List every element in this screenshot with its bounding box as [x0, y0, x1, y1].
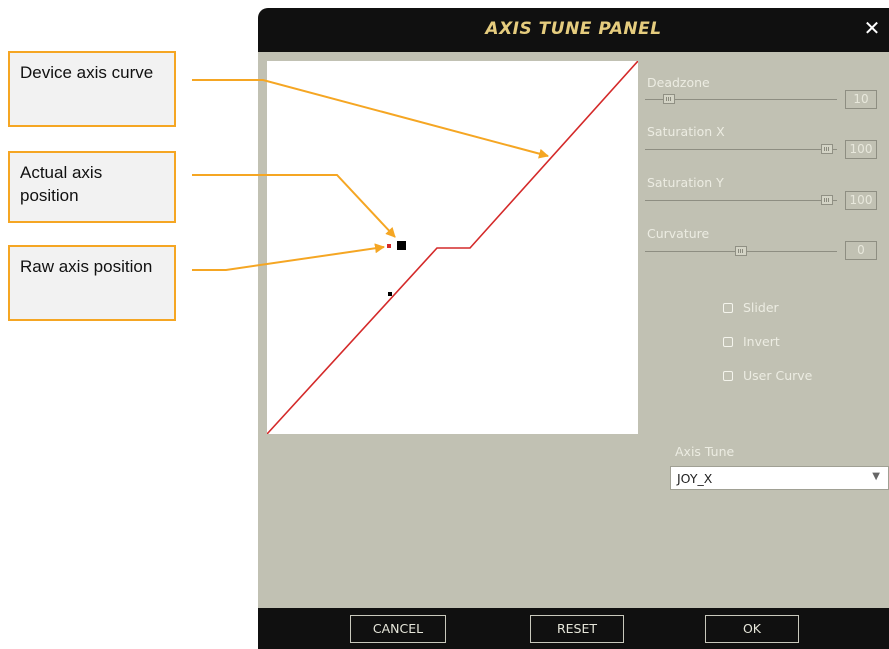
callout-device-axis-curve-text: Device axis curve: [20, 63, 154, 82]
window-title: AXIS TUNE PANEL: [485, 19, 662, 39]
saturation-y-track[interactable]: [645, 200, 837, 201]
saturation-x-track[interactable]: [645, 149, 837, 150]
saturation-x-slider-thumb[interactable]: [821, 144, 833, 154]
checkbox-icon: [723, 370, 733, 381]
saturation-y-value[interactable]: 100: [845, 191, 877, 210]
callout-raw-axis-position: Raw axis position: [8, 245, 176, 321]
saturation-y-slider-thumb[interactable]: [821, 195, 833, 205]
axis-tune-label: Axis Tune: [675, 444, 735, 459]
center-point-marker: [388, 292, 392, 296]
chevron-down-icon[interactable]: ▼: [872, 471, 880, 482]
deadzone-slider-thumb[interactable]: [663, 94, 675, 104]
actual-axis-position-marker: [397, 241, 406, 250]
title-bar: AXIS TUNE PANEL ✕: [258, 8, 889, 52]
checkbox-icon: [723, 302, 733, 313]
curvature-label: Curvature: [647, 226, 710, 241]
footer-bar: CANCEL RESET OK: [258, 608, 889, 649]
close-icon[interactable]: ✕: [861, 17, 883, 39]
cancel-button[interactable]: CANCEL: [350, 615, 446, 643]
axis-tune-selected-value: JOY_X: [677, 471, 713, 486]
curvature-value[interactable]: 0: [845, 241, 877, 260]
axis-tune-panel-window: AXIS TUNE PANEL ✕ Deadzone 10 Saturation…: [258, 8, 889, 649]
deadzone-value[interactable]: 10: [845, 90, 877, 109]
callout-actual-axis-position-text: Actual axis position: [20, 163, 103, 205]
callout-raw-axis-position-text: Raw axis position: [20, 257, 153, 276]
user-curve-checkbox-label: User Curve: [743, 368, 813, 383]
axis-tune-select[interactable]: JOY_X ▼: [670, 466, 889, 490]
slider-checkbox-label: Slider: [743, 300, 779, 315]
deadzone-label: Deadzone: [647, 75, 710, 90]
saturation-x-label: Saturation X: [647, 124, 725, 139]
raw-axis-position-dot: [387, 244, 391, 248]
callout-actual-axis-position: Actual axis position: [8, 151, 176, 223]
saturation-y-label: Saturation Y: [647, 175, 724, 190]
ok-button[interactable]: OK: [705, 615, 799, 643]
slider-checkbox[interactable]: Slider: [723, 300, 779, 315]
callout-device-axis-curve: Device axis curve: [8, 51, 176, 127]
invert-checkbox-label: Invert: [743, 334, 780, 349]
axis-curve-svg: [266, 60, 639, 435]
user-curve-checkbox[interactable]: User Curve: [723, 368, 812, 383]
checkbox-icon: [723, 336, 733, 347]
reset-button[interactable]: RESET: [530, 615, 624, 643]
invert-checkbox[interactable]: Invert: [723, 334, 780, 349]
curvature-slider-thumb[interactable]: [735, 246, 747, 256]
device-axis-curve-line: [266, 60, 639, 435]
saturation-x-value[interactable]: 100: [845, 140, 877, 159]
axis-curve-plot: [266, 60, 639, 435]
